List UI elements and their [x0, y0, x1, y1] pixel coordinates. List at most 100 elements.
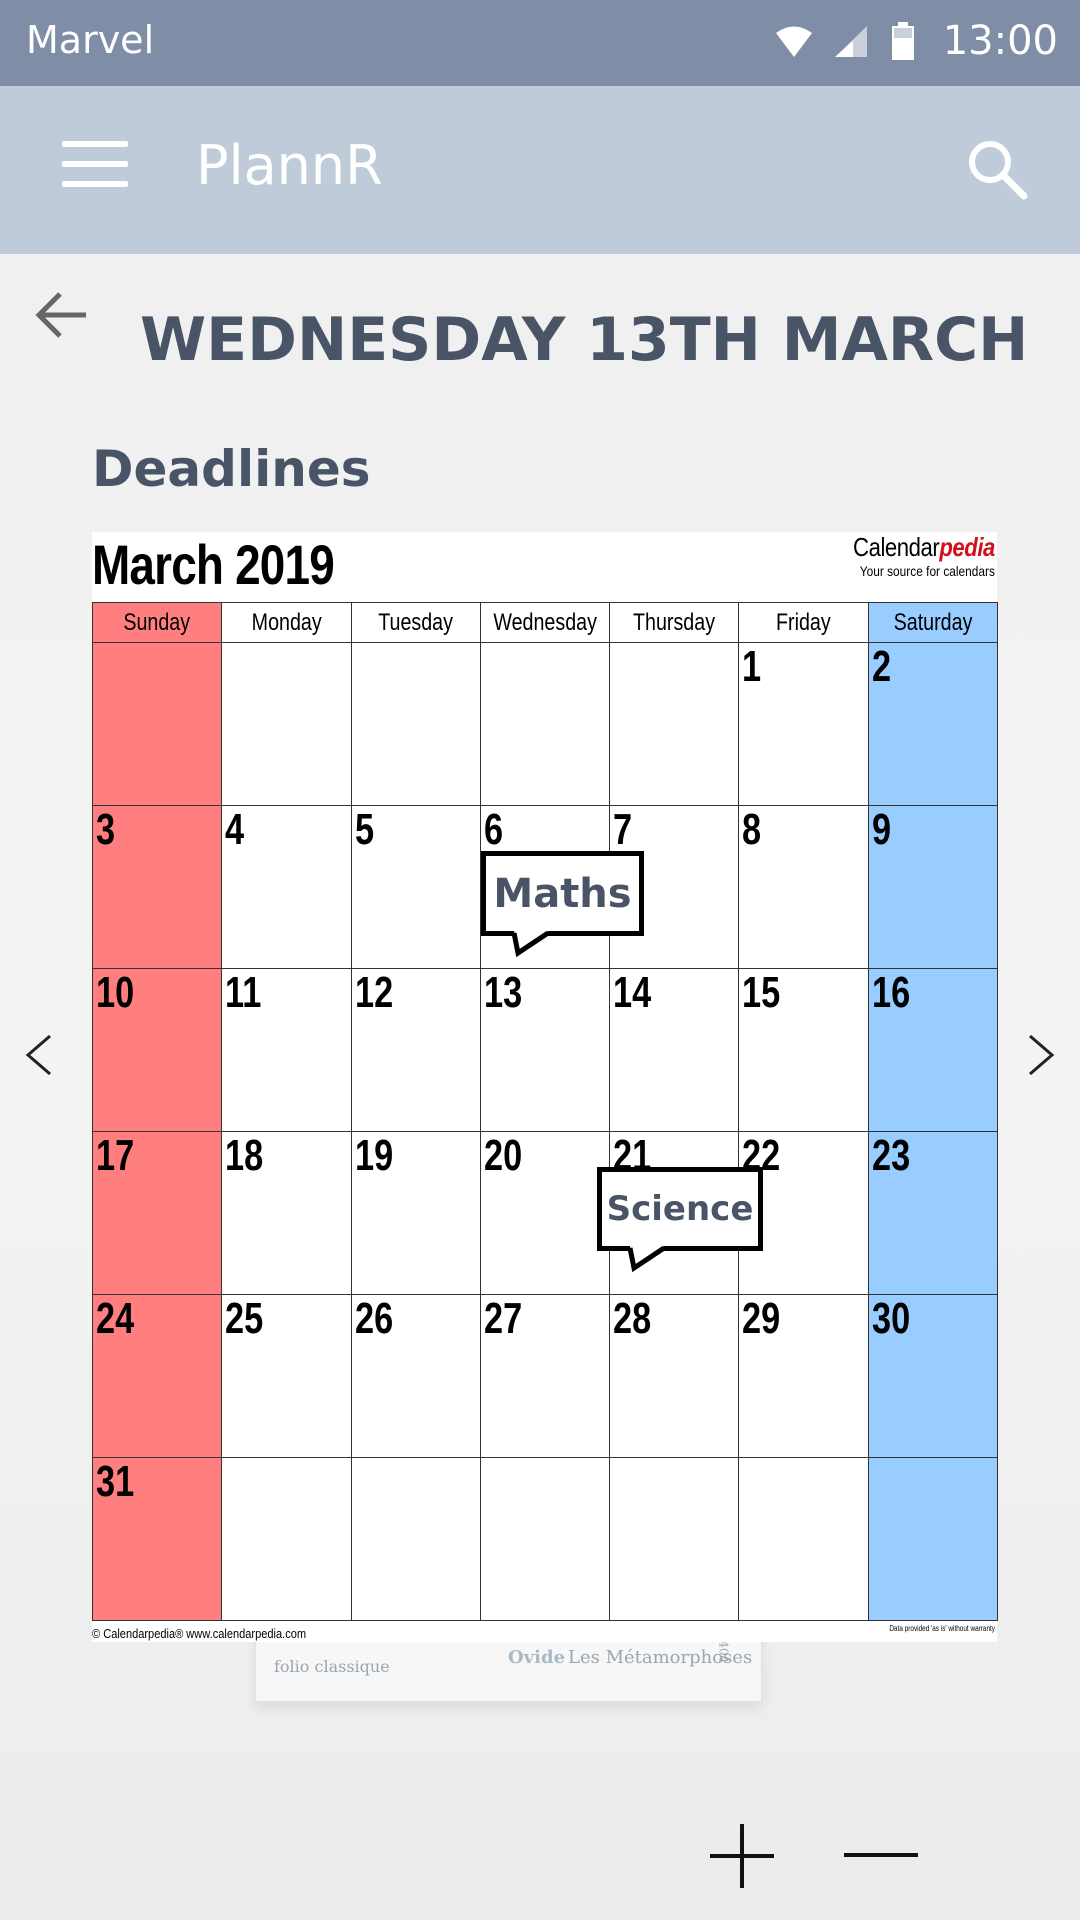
calendar-brand: Calendarpedia Your source for calendars — [828, 532, 995, 579]
weekday-header: Tuesday — [351, 603, 481, 643]
day-number: 1 — [742, 642, 762, 691]
day-number: 18 — [225, 1131, 264, 1180]
day-number: 31 — [96, 1457, 135, 1506]
day-number: 19 — [354, 1131, 393, 1180]
calendar-day-cell[interactable] — [739, 1458, 869, 1621]
calendar-day-cell[interactable]: 9 — [868, 805, 998, 969]
day-number: 17 — [96, 1131, 135, 1180]
carrier-name: Marvel — [26, 18, 155, 62]
bubble-tail — [628, 1246, 666, 1272]
day-number: 28 — [613, 1294, 652, 1343]
calendar-day-cell[interactable]: 4 — [222, 805, 352, 969]
weekday-header: Sunday — [93, 603, 223, 643]
calendar-day-cell[interactable]: 23 — [868, 1132, 998, 1295]
day-number: 7 — [613, 805, 633, 854]
day-number: 24 — [96, 1294, 135, 1343]
day-number: 13 — [483, 968, 523, 1017]
status-time: 13:00 — [942, 18, 1058, 64]
calendar-day-cell[interactable]: 2 — [868, 643, 998, 806]
calendar-day-cell[interactable]: 12 — [351, 968, 481, 1132]
day-number: 29 — [742, 1294, 781, 1343]
calendar-grid: Sunday Monday Tuesday Wednesday Thursday Frid… — [92, 602, 998, 1621]
calendar-day-cell[interactable]: 13 — [480, 968, 611, 1132]
book-series-label: folio classique — [274, 1657, 390, 1676]
day-number: 6 — [483, 805, 503, 854]
calendar-title: March 2019 — [92, 533, 335, 596]
calendar-day-cell[interactable]: 5 — [351, 805, 481, 969]
book-author: Ovide — [508, 1647, 566, 1668]
status-bar: Marvel 13:00 — [0, 0, 1080, 86]
brand-tagline: Your source for calendars — [859, 563, 995, 579]
calendar-image: March 2019 Calendarpedia Your source for… — [92, 532, 998, 1642]
weekday-header: Thursday — [610, 603, 740, 643]
day-number: 8 — [742, 805, 762, 854]
calendar-day-cell[interactable]: 31 — [93, 1457, 223, 1621]
calendar-day-cell[interactable]: 27 — [480, 1295, 611, 1458]
calendar-day-cell[interactable] — [351, 1458, 481, 1621]
hamburger-menu-icon[interactable] — [62, 141, 128, 197]
day-number: 3 — [96, 805, 116, 854]
calendar-day-cell[interactable]: 3 — [93, 805, 223, 969]
calendar-day-cell[interactable] — [480, 1458, 611, 1621]
weekday-header: Wednesday — [480, 603, 611, 643]
weekday-header: Saturday — [868, 603, 998, 643]
signal-icon — [834, 26, 867, 57]
calendar-day-cell[interactable] — [610, 643, 740, 806]
calendar-day-cell[interactable]: 18 — [222, 1131, 352, 1295]
calendar-day-cell[interactable]: 28 — [610, 1294, 740, 1458]
wifi-icon — [775, 26, 812, 57]
weekday-header: Monday — [222, 603, 352, 643]
day-number: 16 — [871, 968, 910, 1017]
bubble-tail — [512, 931, 550, 957]
day-number: 9 — [871, 805, 891, 854]
search-icon[interactable] — [964, 136, 1030, 202]
calendar-day-cell[interactable]: 20 — [480, 1131, 611, 1295]
minus-icon[interactable] — [842, 1822, 920, 1890]
calendar-day-cell[interactable] — [868, 1458, 998, 1621]
calendar-disclaimer: Data provided 'as is' without warranty — [889, 1624, 995, 1633]
battery-icon — [891, 22, 914, 60]
day-number: 30 — [871, 1294, 910, 1343]
day-number: 12 — [354, 968, 393, 1017]
calendar-day-cell[interactable]: 24 — [93, 1294, 223, 1458]
day-number: 14 — [613, 968, 652, 1017]
calendar-day-cell[interactable]: 17 — [93, 1131, 223, 1295]
brand-name: Calendarpedia — [853, 532, 995, 562]
day-number: 4 — [225, 805, 245, 854]
calendar-day-cell[interactable] — [610, 1458, 740, 1621]
day-number: 20 — [483, 1131, 523, 1180]
section-title: Deadlines — [92, 440, 371, 498]
day-number: 10 — [96, 968, 135, 1017]
calendar-day-cell[interactable]: 1 — [739, 642, 869, 806]
page-title: WEDNESDAY 13TH MARCH — [140, 305, 1029, 375]
calendar-day-cell[interactable] — [93, 643, 223, 806]
deadline-bubble-maths[interactable]: Maths — [481, 851, 644, 936]
deadline-bubble-science[interactable]: Science — [597, 1167, 763, 1251]
weekday-header: Friday — [739, 603, 869, 643]
calendar-day-cell[interactable]: 10 — [93, 968, 223, 1132]
calendar-day-cell[interactable]: 16 — [868, 968, 998, 1132]
calendar-day-cell[interactable]: 30 — [868, 1294, 998, 1458]
calendar-day-cell[interactable] — [222, 1458, 352, 1621]
calendar-day-cell[interactable] — [351, 643, 481, 806]
app-bar: PlannR — [0, 86, 1080, 254]
calendar-day-cell[interactable] — [480, 643, 611, 806]
calendar-day-cell[interactable] — [222, 643, 352, 806]
calendar-day-cell[interactable]: 14 — [610, 968, 740, 1132]
calendar-day-cell[interactable]: 19 — [351, 1131, 481, 1295]
chevron-left-icon[interactable] — [20, 1030, 60, 1080]
arrow-left-icon[interactable] — [34, 290, 90, 340]
calendar-day-cell[interactable]: 26 — [351, 1295, 481, 1458]
calendar-day-cell[interactable]: 11 — [222, 969, 352, 1132]
plus-icon[interactable] — [708, 1822, 776, 1890]
calendar-day-cell[interactable]: 29 — [739, 1294, 869, 1458]
day-number: 5 — [354, 805, 374, 854]
calendar-day-cell[interactable]: 8 — [739, 805, 869, 969]
deadline-label: Maths — [493, 870, 632, 917]
day-number: 25 — [225, 1294, 264, 1343]
calendar-day-cell[interactable]: 25 — [222, 1294, 352, 1458]
calendar-day-cell[interactable]: 15 — [739, 969, 869, 1132]
calendar-footer: © Calendarpedia® www.calendarpedia.com — [92, 1626, 307, 1641]
chevron-right-icon[interactable] — [1020, 1030, 1060, 1080]
app-title: PlannR — [196, 134, 383, 197]
